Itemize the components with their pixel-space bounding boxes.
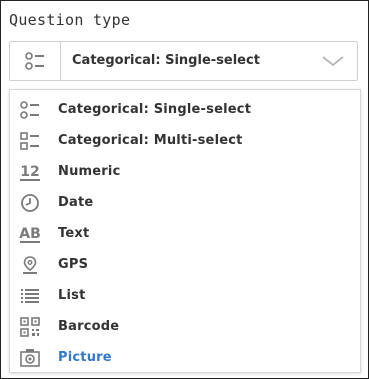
chevron-down-icon[interactable] (321, 54, 345, 68)
option-single-select[interactable]: Categorical: Single-select (10, 94, 360, 125)
numeric-icon-text: 12 (20, 164, 39, 180)
option-barcode[interactable]: Barcode (10, 311, 360, 342)
option-text[interactable]: AB Text (10, 218, 360, 249)
single-select-icon (10, 42, 61, 80)
option-picture[interactable]: Picture (10, 342, 360, 372)
option-label: Picture (58, 350, 112, 365)
camera-icon (16, 346, 44, 370)
single-select-icon (16, 98, 44, 122)
clock-icon (16, 191, 44, 215)
text-icon: AB (16, 222, 44, 246)
option-label: Numeric (58, 164, 121, 179)
text-icon-text: AB (19, 226, 41, 242)
list-icon (16, 284, 44, 308)
option-multi-select[interactable]: Categorical: Multi-select (10, 125, 360, 156)
question-type-menu: Categorical: Single-select Categorical: … (9, 89, 361, 373)
option-label: Barcode (58, 319, 120, 334)
option-label: Categorical: Multi-select (58, 133, 243, 148)
question-type-panel: Question type Categorical: Single-select (0, 0, 369, 379)
numeric-icon: 12 (16, 160, 44, 184)
question-type-label: Question type (9, 11, 131, 29)
option-gps[interactable]: GPS (10, 249, 360, 280)
selected-value: Categorical: Single-select (72, 53, 260, 68)
option-label: Text (58, 226, 90, 241)
option-date[interactable]: Date (10, 187, 360, 218)
option-numeric[interactable]: 12 Numeric (10, 156, 360, 187)
location-pin-icon (16, 253, 44, 277)
question-type-select[interactable]: Categorical: Single-select (9, 41, 358, 81)
option-label: List (58, 288, 86, 303)
option-label: Date (58, 195, 94, 210)
option-label: Categorical: Single-select (58, 102, 252, 117)
option-label: GPS (58, 257, 89, 272)
barcode-icon (16, 315, 44, 339)
option-list[interactable]: List (10, 280, 360, 311)
multi-select-icon (16, 129, 44, 153)
